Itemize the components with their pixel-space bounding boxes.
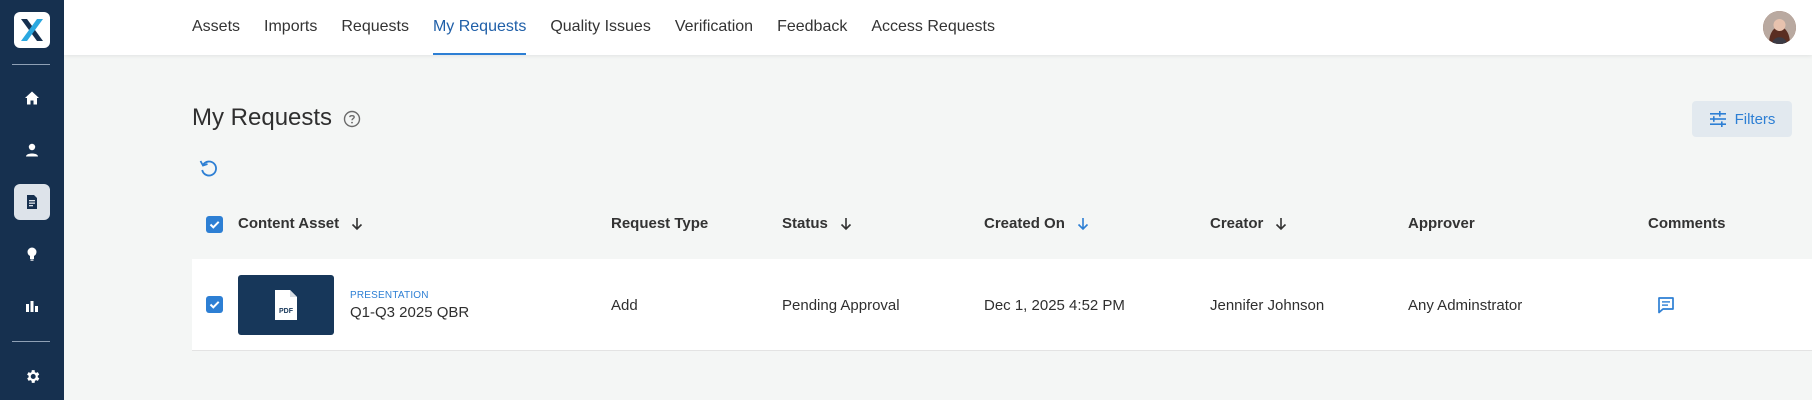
sort-down-icon[interactable] (840, 217, 852, 231)
tab-quality-issues[interactable]: Quality Issues (550, 0, 650, 55)
request-type-cell: Add (611, 297, 638, 314)
sort-down-icon[interactable] (1275, 217, 1287, 231)
help-icon[interactable] (343, 110, 361, 128)
document-icon (27, 195, 37, 209)
sidebar-divider (12, 64, 50, 65)
creator-cell: Jennifer Johnson (1210, 297, 1325, 314)
bar-chart-icon (26, 301, 38, 312)
sidebar-item-requests[interactable] (14, 184, 50, 220)
sidebar-item-settings[interactable] (14, 358, 50, 394)
tab-requests[interactable]: Requests (341, 0, 409, 55)
user-icon (26, 143, 38, 157)
column-label: Status (782, 215, 828, 232)
column-label: Creator (1210, 215, 1264, 232)
sliders-icon (1709, 111, 1726, 127)
sidebar-divider (12, 341, 50, 342)
pdf-label: PDF (279, 308, 294, 315)
logo-x-icon (21, 19, 43, 41)
lightbulb-icon (27, 247, 37, 261)
tab-my-requests[interactable]: My Requests (432, 0, 527, 55)
status-cell: Pending Approval (782, 297, 900, 314)
sort-down-icon[interactable] (351, 217, 363, 231)
asset-type-label: PRESENTATION (350, 290, 429, 301)
pdf-file-icon: PDF (275, 290, 297, 320)
column-label: Approver (1408, 215, 1475, 232)
filters-button[interactable]: Filters (1692, 101, 1792, 137)
column-header-comments: Comments (1648, 215, 1726, 232)
sidebar-item-analytics[interactable] (14, 288, 50, 324)
column-header-approver: Approver (1408, 215, 1475, 232)
comment-icon[interactable] (1656, 295, 1676, 315)
tab-assets[interactable]: Assets (192, 0, 240, 55)
column-header-created-on[interactable]: Created On (984, 215, 1089, 232)
sort-down-active-icon[interactable] (1077, 217, 1089, 231)
nav-tabs: Assets Imports Requests My Requests Qual… (192, 0, 1019, 55)
gear-icon (26, 369, 39, 383)
created-on-cell: Dec 1, 2025 4:52 PM (984, 297, 1125, 314)
column-header-creator[interactable]: Creator (1210, 215, 1287, 232)
check-icon (209, 301, 220, 309)
tab-feedback[interactable]: Feedback (777, 0, 847, 55)
sidebar-item-home[interactable] (14, 80, 50, 116)
column-label: Created On (984, 215, 1065, 232)
column-header-content-asset[interactable]: Content Asset (238, 215, 363, 232)
home-icon (25, 91, 39, 105)
row-checkbox[interactable] (206, 296, 223, 313)
sidebar-item-insights[interactable] (14, 236, 50, 272)
select-all-checkbox[interactable] (206, 216, 223, 233)
refresh-icon[interactable] (198, 157, 220, 179)
asset-thumbnail[interactable]: PDF (238, 275, 334, 335)
tab-imports[interactable]: Imports (264, 0, 317, 55)
column-header-status[interactable]: Status (782, 215, 852, 232)
asset-name-link[interactable]: Q1-Q3 2025 QBR (350, 304, 469, 321)
top-nav: Assets Imports Requests My Requests Qual… (64, 0, 1812, 55)
sidebar (0, 0, 64, 400)
column-label: Request Type (611, 215, 709, 232)
tab-access-requests[interactable]: Access Requests (871, 0, 995, 55)
check-icon (209, 221, 220, 229)
page-title: My Requests (192, 104, 333, 131)
app-logo[interactable] (14, 12, 50, 48)
column-header-request-type: Request Type (611, 215, 708, 232)
tab-verification[interactable]: Verification (675, 0, 753, 55)
sidebar-item-users[interactable] (14, 132, 50, 168)
avatar-image (1763, 11, 1796, 44)
filters-label: Filters (1734, 110, 1776, 128)
column-label: Comments (1648, 215, 1726, 232)
user-avatar[interactable] (1763, 11, 1796, 44)
approver-cell: Any Adminstrator (1408, 297, 1523, 314)
column-label: Content Asset (238, 215, 340, 232)
